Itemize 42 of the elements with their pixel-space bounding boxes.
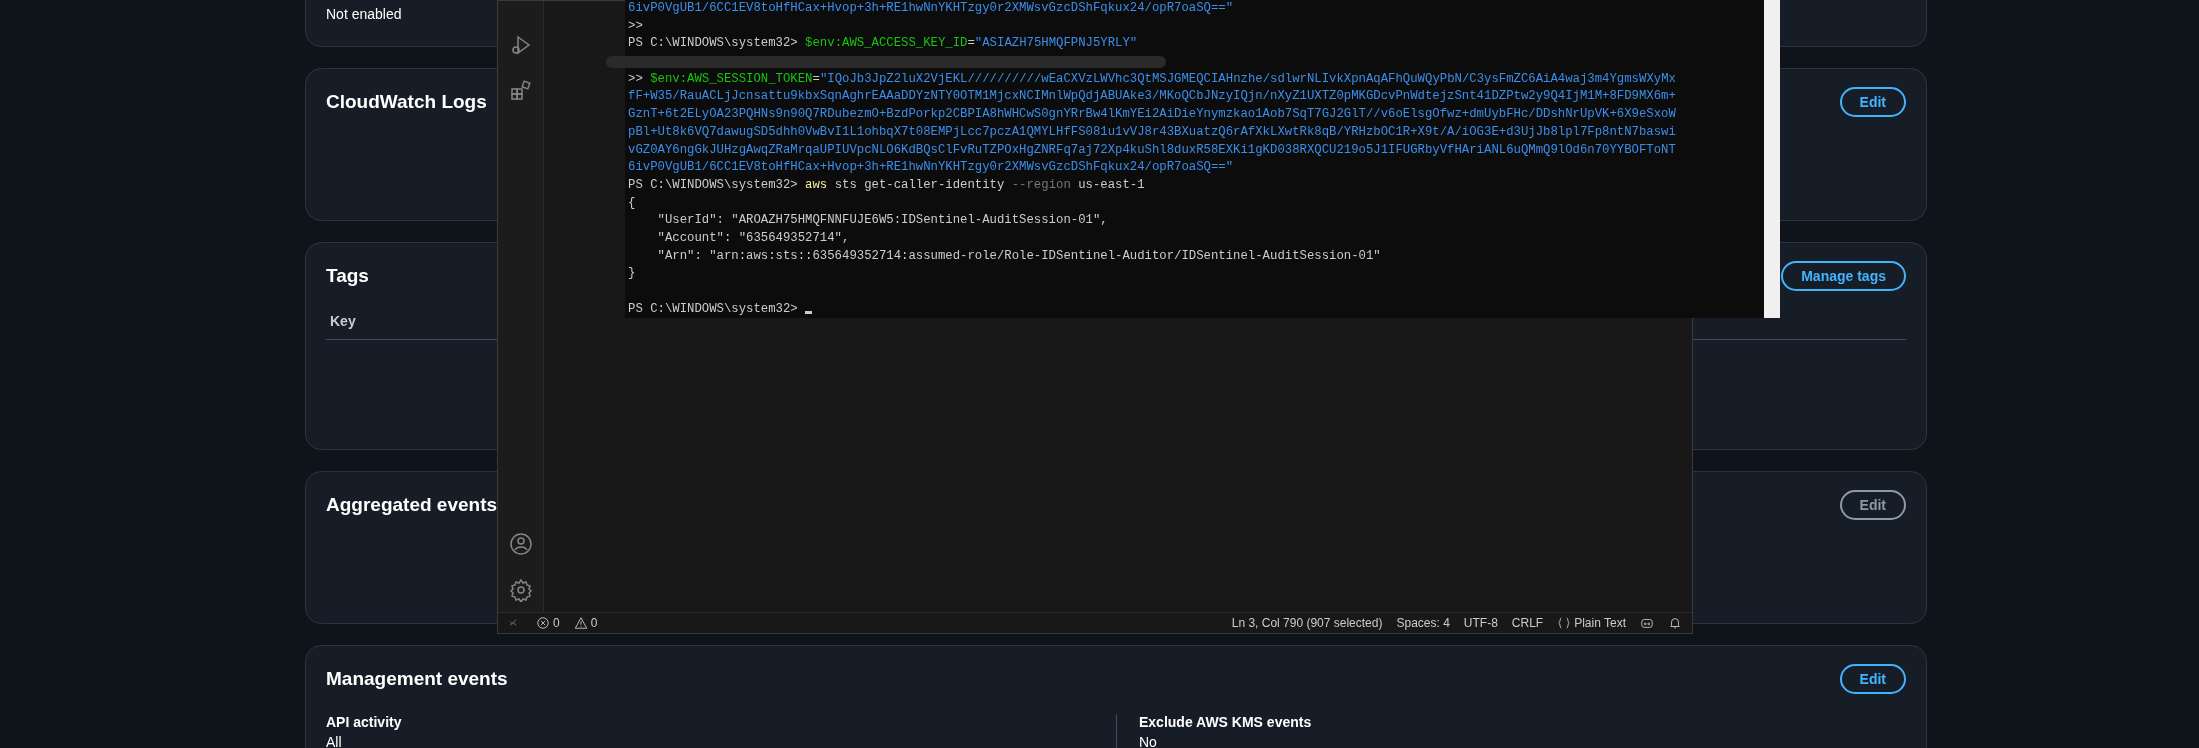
terminal-line: "Arn": "arn:aws:sts::635649352714:assumed-role/Role-IDSentinel-Auditor/IDSentinel-AuditSession-01" [656,247,1382,265]
terminal-line: PS C:\WINDOWS\system32> $env:AWS_ACCESS_KEY_ID="ASIAZH75HMQFPNJ5YRLY" [628,35,1139,53]
card-title: CloudWatch Logs [326,91,487,113]
card-title: Management events [326,668,508,690]
warning-count[interactable]: 0 [573,616,598,630]
terminal-line: PS C:\WINDOWS\system32> [628,300,1761,319]
settings-icon[interactable] [508,578,533,602]
terminal-line: "UserId": "AROAZH75HMQFNNFUJE6W5:IDSentinel-AuditSession-01", [656,212,1109,230]
edit-button[interactable]: Edit [1839,87,1906,117]
terminal-line: GznT+6t2ELyOA23PQHNs9n90Q7RDubezmO+BzdPorkp2CBPIA8hWHCwS0gnYRrBw4lKmYEi2AiDieYnymzkao1Aob7SqT7GJ2GlT//v6oElsgOfwz+dmUybFHc/DDshNrUpVK+6X9eSxoW [628,106,1677,124]
status-item[interactable]: UTF-8 [1463,616,1498,630]
language-mode[interactable]: Plain Text [1557,616,1626,630]
scrollbar[interactable] [1764,0,1780,318]
terminal-line: >> [628,17,644,35]
bell-icon[interactable] [1668,616,1682,630]
field-value: Not enabled [326,6,402,22]
terminal-line: >> $env:AWS_SESSION_TOKEN="IQoJb3JpZ2luX2VjEKL//////////wEaCXVzLWVhc3QtMSJGMEQCIAHnzhe/sdlwrNLIvkXpnAqAFhQuWQyPbN/C3ysFmZC6AiA4waj3m4YgmsWXyMx [628,70,1677,88]
card-title: Aggregated events [326,494,498,516]
terminal-line: { [628,194,637,212]
status-item[interactable]: Spaces: 4 [1396,616,1450,630]
terminal-line: PS C:\WINDOWS\system32> aws sts get-caller-identity --region us-east-1 [628,176,1146,194]
error-count[interactable]: 0 [536,616,560,630]
account-icon[interactable] [508,532,533,556]
field-value: No [1139,734,1157,748]
edit-button[interactable]: Manage tags [1781,261,1906,291]
terminal-line: fF+W35/RauACLjJcnsattu9kbxSqnAghrEAAaDDYzNTY0OTM1MjcxNCIMnlWpQdjABUAke3/MKoQCbJNzyIQjn/nXyZ1UXTZ0pMKGDcvPnWdtejzSnt41DZPtw2y9Q4IjM1M+8FD9MX6m+ [628,88,1677,106]
terminal-line: vGZ0AY6ngGkJUHzgAwqZRaMrqaUPIUVpcNLO6KdBQsClFvRuTZPOxHgZNRFq7aj72Xp4kuShl8duxR58EXKi1gKD038RXQCU219o5J1IFUGRbyVfHAriANL6uQMmQ9lOd6n70YYBOFToNT [628,141,1677,159]
terminal-line: pBl+Ut8k6VQ7dawugSD5dhh0VwBvI1L1ohbqX7t08EMPjLcc7pczA1QMYLHfFS081u1vVJ8r43BXuatzQ6rAfXkLXwtRk8qB/YRHzbOC1R+X9t/A/iOG3E+d3UjJb8lpl7Fp8ntN7baswi [628,123,1677,141]
field-value: All [326,734,342,748]
edit-button[interactable]: Edit [1839,664,1906,694]
terminal-line: 6ivP0VgUB1/6CC1EV8toHfHCax+Hvop+3h+RE1hwNnYKHTzgy0r2XMWsvGzcDShFqkux24/opR7oaSQ==" [628,159,1235,177]
card-title: Tags [326,265,369,287]
terminal-line: "Account": "635649352714", [656,229,851,247]
field-label: Exclude AWS KMS events [1139,714,1313,730]
status-item[interactable]: CRLF [1511,616,1544,630]
braces-icon [1557,616,1572,630]
extensions-icon[interactable] [508,79,533,103]
status-item[interactable]: Ln 3, Col 790 (907 selected) [1231,616,1383,630]
terminal-line: 6ivP0VgUB1/6CC1EV8toHfHCax+Hvop+3h+RE1hwNnYKHTzgy0r2XMWsvGzcDShFqkux24/opR7oaSQ==" [628,0,1235,17]
terminal-line: } [628,265,637,283]
field-label: API activity [326,714,403,730]
copilot-icon[interactable] [1640,616,1654,630]
